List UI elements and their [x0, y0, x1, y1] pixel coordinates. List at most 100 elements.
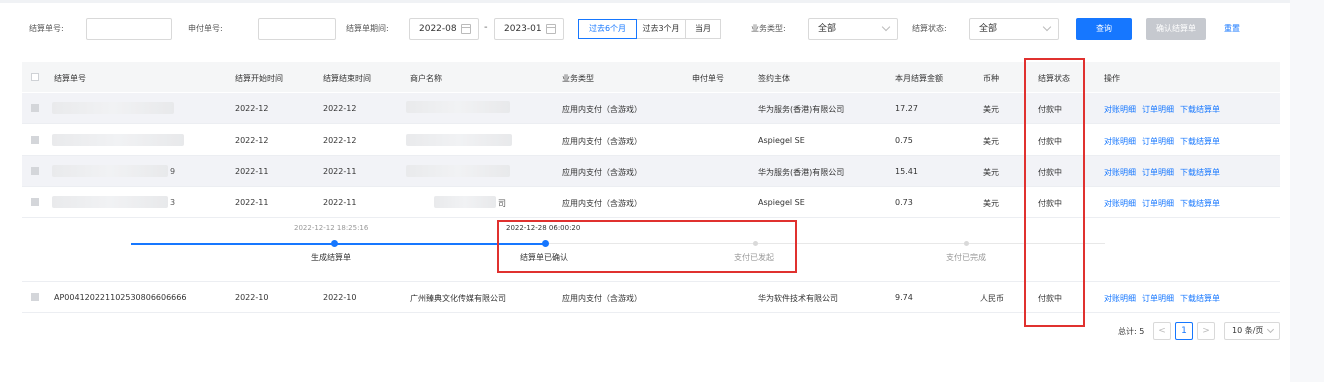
calendar-icon [461, 24, 471, 34]
business-type-select[interactable]: 全部 [808, 18, 898, 40]
cell-currency: 人民币 [980, 294, 1004, 303]
period-end-value: 2023-01 [504, 24, 542, 34]
reset-link[interactable]: 重置 [1224, 23, 1240, 34]
cell-entity: 华为软件技术有限公司 [758, 294, 838, 303]
row-checkbox[interactable] [31, 136, 39, 144]
page-1-button[interactable]: 1 [1175, 322, 1193, 340]
filter-bar: 结算单号: 申付单号: 结算单期间: 2022-08 - 2023-01 过去6… [0, 16, 1290, 42]
chevron-down-icon [1042, 22, 1052, 32]
cell-end: 2022-10 [323, 293, 357, 302]
select-all-checkbox[interactable] [31, 73, 39, 81]
business-type-label: 业务类型: [751, 24, 786, 33]
row-actions: 对账明细 订单明细 下载结算单 [1104, 136, 1226, 147]
reconciliation-detail-link[interactable]: 对账明细 [1104, 105, 1136, 114]
status-select[interactable]: 全部 [969, 18, 1059, 40]
cell-currency: 美元 [983, 168, 999, 177]
calendar-icon [546, 24, 556, 34]
confirm-settlement-button[interactable]: 确认结算单 [1146, 18, 1206, 40]
download-settlement-link[interactable]: 下载结算单 [1180, 105, 1220, 114]
reconciliation-detail-link[interactable]: 对账明细 [1104, 168, 1136, 177]
row-checkbox[interactable] [31, 167, 39, 175]
cell-business: 应用内支付（含游戏） [562, 199, 642, 208]
order-detail-link[interactable]: 订单明细 [1142, 294, 1174, 303]
cell-amount: 0.73 [895, 198, 913, 207]
table-row[interactable]: AP004120221102530806606666 2022-10 2022-… [22, 282, 1280, 313]
cell-entity: 华为服务(香港)有限公司 [758, 168, 845, 177]
order-detail-link[interactable]: 订单明细 [1142, 137, 1174, 146]
header-actions: 操作 [1104, 74, 1120, 83]
payment-no-label: 申付单号: [188, 24, 223, 33]
top-divider [0, 0, 1290, 3]
prev-page-button[interactable]: < [1153, 322, 1171, 340]
table-row[interactable]: 2022-12 2022-12 应用内支付（含游戏） Aspiegel SE 0… [22, 125, 1280, 156]
download-settlement-link[interactable]: 下载结算单 [1180, 168, 1220, 177]
cell-start: 2022-12 [235, 104, 269, 113]
cell-settlement-no: AP004120221102530806606666 [54, 293, 187, 302]
header-start-time: 结算开始时间 [235, 74, 283, 83]
cell-end: 2022-11 [323, 198, 357, 207]
cell-currency: 美元 [983, 137, 999, 146]
cell-business: 应用内支付（含游戏） [562, 294, 642, 303]
range-current-month-button[interactable]: 当月 [685, 19, 721, 39]
reconciliation-detail-link[interactable]: 对账明细 [1104, 294, 1136, 303]
step-label: 生成结算单 [311, 253, 351, 262]
reconciliation-detail-link[interactable]: 对账明细 [1104, 137, 1136, 146]
cell-amount: 17.27 [895, 104, 918, 113]
query-button[interactable]: 查询 [1076, 18, 1132, 40]
order-detail-link[interactable]: 订单明细 [1142, 199, 1174, 208]
cell-end: 2022-12 [323, 136, 357, 145]
cell-business: 应用内支付（含游戏） [562, 168, 642, 177]
redacted-merchant [406, 134, 512, 146]
table-row[interactable]: 9 2022-11 2022-11 应用内支付（含游戏） 华为服务(香港)有限公… [22, 156, 1280, 187]
table-row[interactable]: 2022-12 2022-12 应用内支付（含游戏） 华为服务(香港)有限公司 … [22, 93, 1280, 124]
cell-amount: 0.75 [895, 136, 913, 145]
redacted-settlement-no [52, 165, 168, 177]
status-label: 结算状态: [912, 24, 947, 33]
pagination-total: 总计: 5 [1118, 327, 1145, 336]
redacted-merchant [406, 165, 510, 177]
range-6-months-button[interactable]: 过去6个月 [578, 19, 637, 39]
redacted-merchant [434, 196, 496, 208]
row-actions: 对账明细 订单明细 下载结算单 [1104, 167, 1226, 178]
download-settlement-link[interactable]: 下载结算单 [1180, 294, 1220, 303]
cell-entity: Aspiegel SE [758, 136, 805, 145]
period-end-picker[interactable]: 2023-01 [494, 18, 564, 40]
range-3-months-button[interactable]: 过去3个月 [636, 19, 686, 39]
redacted-settlement-no [52, 196, 168, 208]
cell-currency: 美元 [983, 199, 999, 208]
row-checkbox[interactable] [31, 293, 39, 301]
cell-start: 2022-11 [235, 167, 269, 176]
period-start-picker[interactable]: 2022-08 [409, 18, 479, 40]
step-dot-done [331, 240, 338, 247]
step-dot-pending [964, 241, 969, 246]
download-settlement-link[interactable]: 下载结算单 [1180, 199, 1220, 208]
order-detail-link[interactable]: 订单明细 [1142, 168, 1174, 177]
header-merchant: 商户名称 [410, 74, 442, 83]
period-separator: - [484, 22, 488, 33]
row-checkbox[interactable] [31, 198, 39, 206]
payment-no-input[interactable] [258, 18, 336, 40]
merchant-suffix: 司 [498, 199, 506, 208]
cell-merchant: 广州臻典文化传媒有限公司 [410, 294, 506, 303]
cell-business: 应用内支付（含游戏） [562, 137, 642, 146]
step-time: 2022-12-12 18:25:16 [294, 224, 369, 232]
header-end-time: 结算结束时间 [323, 74, 371, 83]
business-type-value: 全部 [818, 24, 837, 34]
confirmed-step-highlight [497, 220, 797, 273]
order-detail-link[interactable]: 订单明细 [1142, 105, 1174, 114]
redacted-settlement-no [52, 134, 184, 146]
settlement-no-input[interactable] [86, 18, 172, 40]
cell-entity: 华为服务(香港)有限公司 [758, 105, 845, 114]
table-header: 结算单号 结算开始时间 结算结束时间 商户名称 业务类型 申付单号 签约主体 本… [22, 62, 1280, 92]
cell-currency: 美元 [983, 105, 999, 114]
reconciliation-detail-link[interactable]: 对账明细 [1104, 199, 1136, 208]
row-checkbox[interactable] [31, 104, 39, 112]
cell-start: 2022-12 [235, 136, 269, 145]
cell-business: 应用内支付（含游戏） [562, 105, 642, 114]
next-page-button[interactable]: > [1197, 322, 1215, 340]
download-settlement-link[interactable]: 下载结算单 [1180, 137, 1220, 146]
table-row[interactable]: 3 2022-11 2022-11 司 应用内支付（含游戏） Aspiegel … [22, 187, 1280, 218]
header-amount: 本月结算金额 [895, 74, 943, 83]
header-payment-no: 申付单号 [692, 74, 724, 83]
page-size-select[interactable]: 10 条/页 [1224, 322, 1280, 340]
